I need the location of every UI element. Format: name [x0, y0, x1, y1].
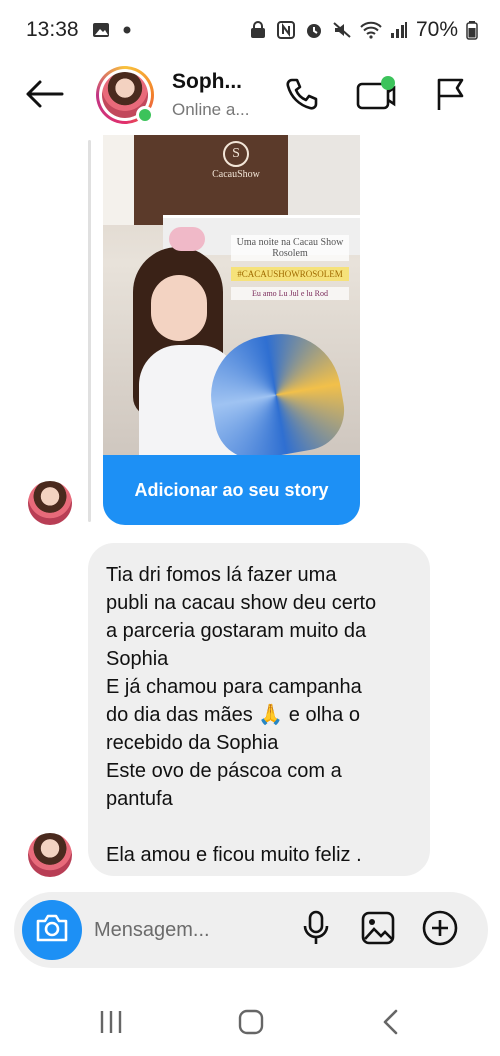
phone-icon: [284, 76, 320, 117]
message-input[interactable]: [94, 912, 294, 948]
contact-info[interactable]: Soph... Online a...: [172, 70, 250, 120]
message-bubble[interactable]: Tia dri fomos lá fazer uma publi na caca…: [88, 543, 430, 876]
chat-header: Soph... Online a...: [0, 60, 500, 132]
message-text: Tia dri fomos lá fazer uma publi na caca…: [106, 564, 377, 866]
microphone-icon: [301, 910, 331, 951]
video-call-button[interactable]: [354, 74, 398, 118]
sender-avatar[interactable]: [28, 833, 72, 877]
call-button[interactable]: [280, 74, 324, 118]
report-flag-button[interactable]: [428, 74, 472, 118]
lock-icon: [248, 20, 268, 40]
story-sticker: Uma noite na Cacau Show Rosolem #CACAUSH…: [231, 235, 349, 300]
more-options-button[interactable]: [420, 910, 460, 950]
flag-icon: [432, 76, 468, 117]
battery-icon: [466, 20, 478, 40]
story-photo[interactable]: S CacauShow Uma noite na Cacau Show Roso…: [103, 135, 360, 455]
gallery-icon: [91, 20, 111, 40]
recent-apps-icon: [98, 1009, 124, 1040]
mute-icon: [332, 20, 352, 40]
gallery-button[interactable]: [358, 910, 398, 950]
home-icon: [237, 1008, 265, 1041]
signal-icon: [390, 21, 408, 39]
add-circle-icon: [421, 909, 459, 952]
recent-apps-button[interactable]: [86, 1004, 136, 1044]
image-icon: [360, 910, 396, 951]
dot-icon: [123, 26, 131, 34]
wifi-icon: [360, 20, 382, 40]
shared-story-card[interactable]: S CacauShow Uma noite na Cacau Show Roso…: [103, 135, 360, 525]
back-button[interactable]: [22, 76, 66, 116]
online-indicator: [136, 106, 154, 124]
store-logo: S CacauShow: [199, 141, 273, 180]
camera-button[interactable]: [22, 900, 82, 960]
sender-avatar[interactable]: [28, 481, 72, 525]
system-back-button[interactable]: [366, 1004, 416, 1044]
video-icon: [354, 74, 398, 119]
system-nav-bar: [0, 990, 500, 1056]
alarm-icon: [304, 20, 324, 40]
home-button[interactable]: [226, 1004, 276, 1044]
voice-message-button[interactable]: [296, 910, 336, 950]
camera-icon: [35, 913, 69, 948]
clock: 13:38: [26, 18, 79, 41]
nfc-icon: [276, 20, 296, 40]
message-composer: [14, 892, 488, 968]
back-icon: [380, 1008, 402, 1041]
reply-thread-line: [88, 140, 91, 522]
contact-status: Online a...: [172, 100, 250, 119]
status-bar: 13:38 70%: [0, 0, 500, 60]
contact-name: Soph...: [172, 70, 242, 93]
back-arrow-icon: [24, 79, 64, 114]
battery-percent: 70%: [415, 18, 458, 41]
add-to-story-button[interactable]: Adicionar ao seu story: [103, 455, 360, 525]
